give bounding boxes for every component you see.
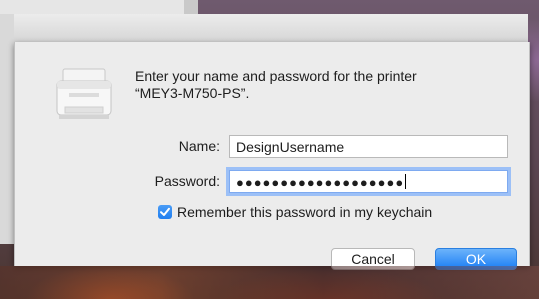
dialog-message-line1: Enter your name and password for the pri… [135,68,417,84]
printer-auth-dialog: Enter your name and password for the pri… [14,42,530,270]
password-field-mask: ●●●●●●●●●●●●●●●●●●● [236,175,405,190]
name-label: Name: [178,138,220,154]
name-field[interactable]: DesignUsername [229,135,508,158]
background-window-titlebar [0,0,185,14]
password-field[interactable]: ●●●●●●●●●●●●●●●●●●● [229,170,508,193]
desktop-bottom-region [0,266,539,299]
background-window-sidebar [0,14,14,244]
dialog-message-line2: “MEY3-M750-PS”. [135,85,250,101]
remember-checkbox[interactable] [158,205,172,219]
remember-checkbox-label[interactable]: Remember this password in my keychain [177,204,432,220]
checkmark-icon [160,207,170,216]
password-label: Password: [154,173,220,189]
dialog-window-titlebar [14,14,528,42]
printer-icon [56,68,112,119]
dialog-message: Enter your name and password for the pri… [135,68,495,102]
name-field-value: DesignUsername [236,139,345,155]
background-window-edge [184,0,198,14]
text-caret [405,174,407,189]
